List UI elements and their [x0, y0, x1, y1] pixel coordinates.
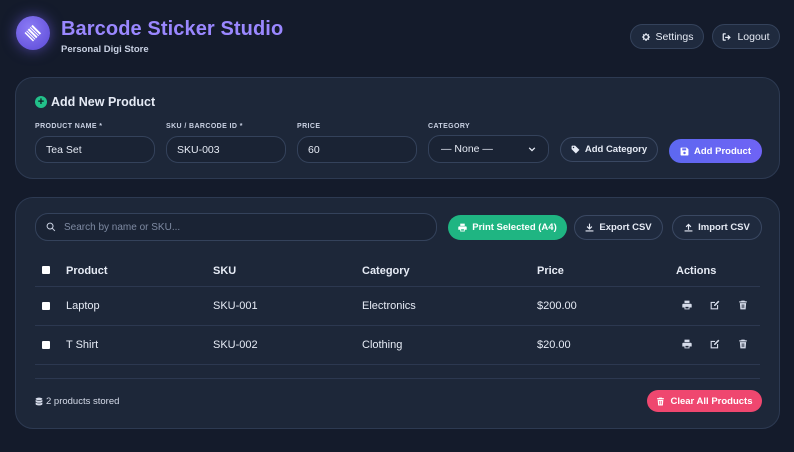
printer-icon [682, 339, 692, 349]
add-category-button[interactable]: Add Category [560, 137, 658, 162]
product-name-label: PRODUCT NAME * [35, 123, 103, 130]
barcode-logo-icon [16, 16, 50, 50]
delete-row-button[interactable] [737, 338, 749, 350]
printer-icon [682, 300, 692, 310]
trash-icon [739, 339, 747, 349]
export-csv-button[interactable]: Export CSV [574, 215, 663, 240]
barcode-icon [24, 24, 42, 42]
cell-product: T Shirt [66, 339, 99, 351]
category-label: CATEGORY [428, 123, 471, 130]
clear-all-products-button[interactable]: Clear All Products [647, 390, 762, 412]
price-label: PRICE [297, 123, 321, 130]
database-icon [35, 397, 43, 406]
chevron-down-icon [528, 147, 536, 152]
store-name: Personal Digi Store [61, 44, 149, 55]
table-divider [35, 325, 760, 326]
column-header-category[interactable]: Category [362, 265, 410, 277]
edit-row-button[interactable] [709, 299, 721, 311]
edit-icon [710, 339, 720, 349]
settings-label: Settings [655, 30, 694, 43]
product-name-input[interactable]: Tea Set [35, 136, 155, 163]
add-product-title: Add New Product [51, 95, 156, 109]
delete-row-button[interactable] [737, 299, 749, 311]
logout-button[interactable]: Logout [712, 24, 780, 49]
import-csv-label: Import CSV [698, 222, 750, 233]
cell-price: $200.00 [537, 300, 577, 312]
column-header-actions: Actions [676, 265, 717, 277]
search-placeholder: Search by name or SKU... [64, 221, 181, 233]
add-product-heading: + Add New Product [35, 95, 155, 109]
download-icon [585, 223, 594, 232]
cell-sku: SKU-001 [213, 300, 258, 312]
logout-label: Logout [737, 30, 770, 43]
print-row-button[interactable] [681, 299, 693, 311]
select-all-checkbox[interactable] [42, 266, 50, 274]
column-header-product[interactable]: Product [66, 265, 108, 277]
price-input[interactable]: 60 [297, 136, 417, 163]
print-selected-button[interactable]: Print Selected (A4) [448, 215, 567, 240]
row-checkbox[interactable] [42, 341, 50, 349]
add-product-label: Add Product [694, 145, 751, 157]
export-csv-label: Export CSV [599, 222, 652, 233]
plus-circle-icon: + [35, 96, 47, 108]
column-header-sku[interactable]: SKU [213, 265, 236, 277]
add-category-label: Add Category [584, 144, 648, 155]
edit-row-button[interactable] [709, 338, 721, 350]
edit-icon [710, 300, 720, 310]
settings-button[interactable]: Settings [630, 24, 704, 49]
footer-divider [35, 378, 760, 379]
app-page: Barcode Sticker Studio Personal Digi Sto… [0, 0, 794, 452]
table-divider [35, 364, 760, 365]
cell-sku: SKU-002 [213, 339, 258, 351]
app-header: Barcode Sticker Studio Personal Digi Sto… [16, 16, 780, 56]
cell-price: $20.00 [537, 339, 571, 351]
search-icon [46, 222, 56, 232]
trash-icon [739, 300, 747, 310]
tag-icon [571, 145, 580, 154]
category-select[interactable]: — None — [428, 135, 549, 163]
row-checkbox[interactable] [42, 302, 50, 310]
table-divider [35, 286, 760, 287]
upload-icon [684, 223, 693, 232]
sku-input[interactable]: SKU-003 [166, 136, 286, 163]
products-count-status: 2 products stored [35, 396, 119, 407]
add-product-button[interactable]: Add Product [669, 139, 762, 163]
print-row-button[interactable] [681, 338, 693, 350]
print-selected-label: Print Selected (A4) [472, 222, 557, 233]
logout-icon [723, 32, 732, 41]
gear-icon [641, 32, 650, 41]
category-selected-value: — None — [441, 143, 493, 155]
add-product-card: + Add New Product PRODUCT NAME * Tea Set… [15, 77, 780, 179]
cell-category: Clothing [362, 339, 403, 351]
clear-all-label: Clear All Products [670, 395, 753, 407]
save-icon [680, 147, 689, 155]
cell-category: Electronics [362, 300, 416, 312]
app-title: Barcode Sticker Studio [61, 18, 284, 40]
printer-icon [458, 223, 467, 232]
search-input[interactable]: Search by name or SKU... [35, 213, 437, 241]
products-count-text: 2 products stored [46, 396, 120, 407]
column-header-price[interactable]: Price [537, 265, 564, 277]
product-list-card: Search by name or SKU... Print Selected … [15, 197, 780, 429]
sku-label: SKU / BARCODE ID * [166, 123, 243, 130]
import-csv-button[interactable]: Import CSV [672, 215, 762, 240]
trash-icon [657, 397, 665, 405]
cell-product: Laptop [66, 300, 100, 312]
